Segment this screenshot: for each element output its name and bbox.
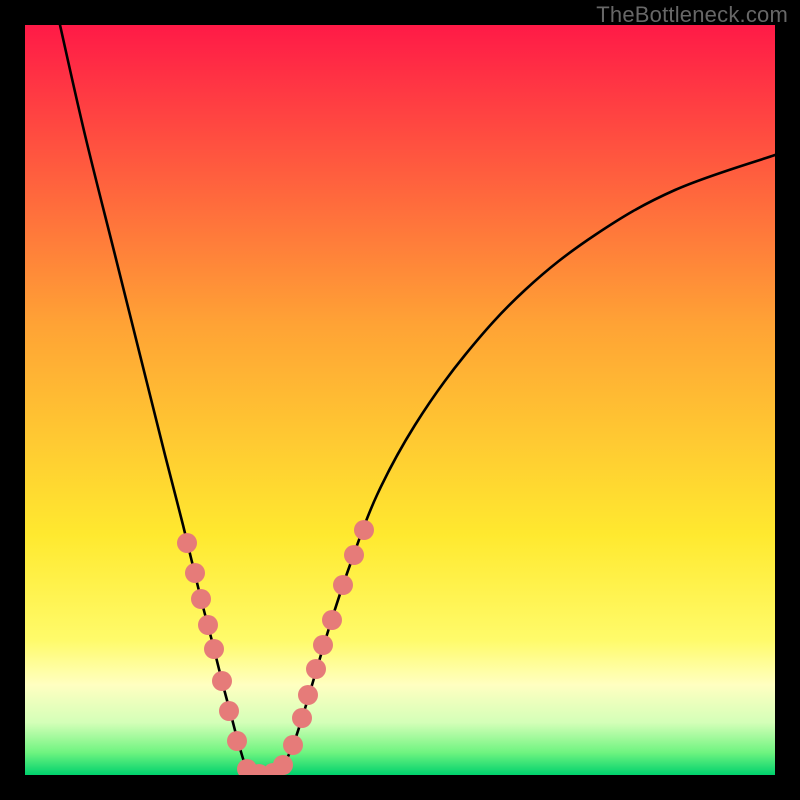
data-point bbox=[292, 708, 312, 728]
data-point bbox=[322, 610, 342, 630]
data-point bbox=[219, 701, 239, 721]
data-point bbox=[177, 533, 197, 553]
data-point bbox=[283, 735, 303, 755]
data-point bbox=[227, 731, 247, 751]
data-point bbox=[185, 563, 205, 583]
data-point bbox=[191, 589, 211, 609]
gradient-background bbox=[25, 25, 775, 775]
bottleneck-chart bbox=[25, 25, 775, 775]
data-point bbox=[333, 575, 353, 595]
data-point bbox=[198, 615, 218, 635]
data-point bbox=[306, 659, 326, 679]
data-point bbox=[344, 545, 364, 565]
data-point bbox=[212, 671, 232, 691]
data-point bbox=[273, 755, 293, 775]
chart-frame bbox=[25, 25, 775, 775]
data-point bbox=[354, 520, 374, 540]
data-point bbox=[298, 685, 318, 705]
data-point bbox=[204, 639, 224, 659]
data-point bbox=[313, 635, 333, 655]
